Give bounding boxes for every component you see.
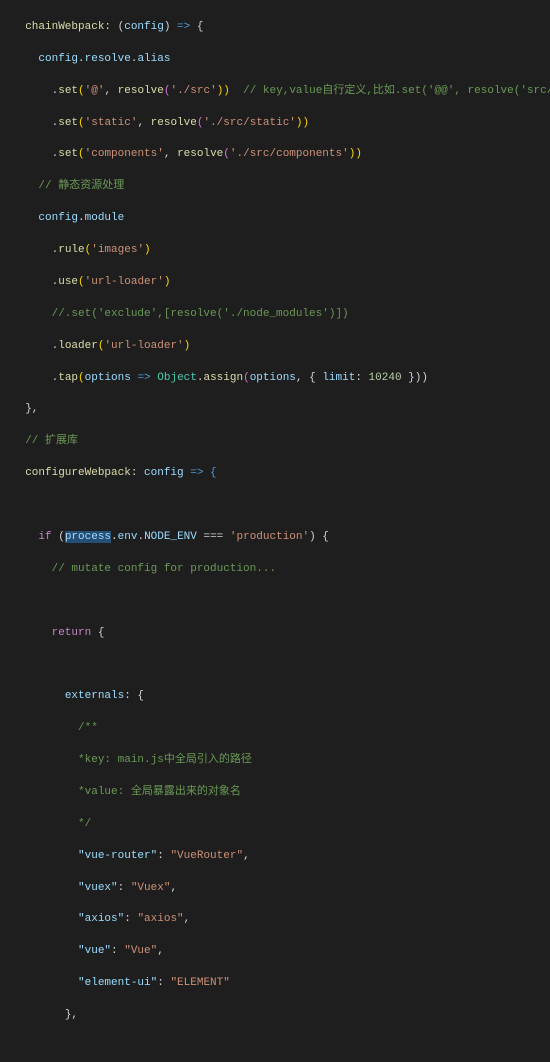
code-line: *value: 全局暴露出来的对象名 xyxy=(0,785,550,801)
code-line: //.set('exclude',[resolve('./node_module… xyxy=(0,307,550,323)
code-line: .set('components', resolve('./src/compon… xyxy=(0,147,550,163)
code-line: .set('@', resolve('./src')) // key,value… xyxy=(0,84,550,100)
code-line: "vue": "Vue", xyxy=(0,944,550,960)
code-line: return { xyxy=(0,626,550,642)
code-line: externals: { xyxy=(0,689,550,705)
code-line: config.resolve.alias xyxy=(0,52,550,68)
code-line: /** xyxy=(0,721,550,737)
code-editor[interactable]: chainWebpack: (config) => { config.resol… xyxy=(0,0,550,539)
code-line: if (process.env.NODE_ENV === 'production… xyxy=(0,530,550,546)
code-line: .loader('url-loader') xyxy=(0,339,550,355)
code-line: .set('static', resolve('./src/static')) xyxy=(0,116,550,132)
code-line: configureWebpack: config => { xyxy=(0,466,550,482)
code-line: .tap(options => Object.assign(options, {… xyxy=(0,371,550,387)
code-line: .use('url-loader') xyxy=(0,275,550,291)
code-line: // 静态资源处理 xyxy=(0,179,550,195)
code-line: config.module xyxy=(0,211,550,227)
code-line xyxy=(0,1040,550,1056)
code-line: "vuex": "Vuex", xyxy=(0,881,550,897)
code-line: "vue-router": "VueRouter", xyxy=(0,849,550,865)
code-line: *key: main.js中全局引入的路径 xyxy=(0,753,550,769)
code-line: .rule('images') xyxy=(0,243,550,259)
code-line: }, xyxy=(0,402,550,418)
code-line: */ xyxy=(0,817,550,833)
code-line: chainWebpack: (config) => { xyxy=(0,20,550,36)
code-line: }, xyxy=(0,1008,550,1024)
code-line xyxy=(0,657,550,673)
code-line: // 扩展库 xyxy=(0,434,550,450)
code-line xyxy=(0,498,550,514)
code-line: // mutate config for production... xyxy=(0,562,550,578)
code-line xyxy=(0,594,550,610)
code-line: "element-ui": "ELEMENT" xyxy=(0,976,550,992)
code-line: "axios": "axios", xyxy=(0,912,550,928)
